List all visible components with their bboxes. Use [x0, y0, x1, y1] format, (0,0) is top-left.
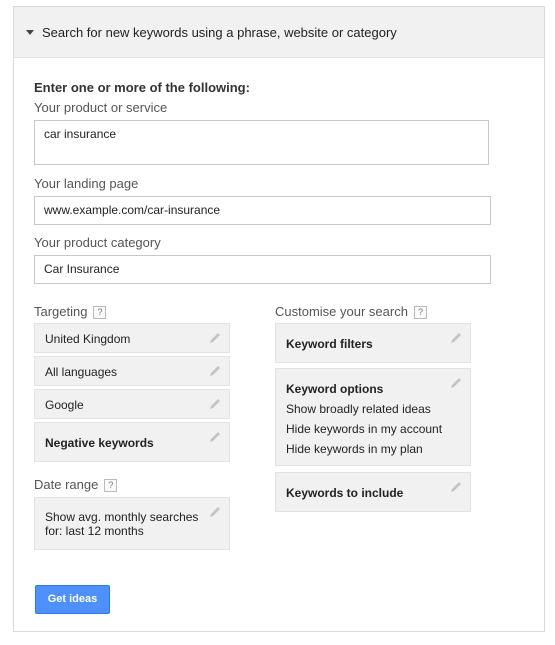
- pencil-icon[interactable]: [208, 397, 222, 411]
- targeting-network-label: Google: [45, 398, 84, 412]
- keyword-options-title: Keyword options: [286, 382, 384, 396]
- pencil-icon[interactable]: [449, 480, 463, 494]
- help-icon[interactable]: ?: [104, 479, 118, 492]
- targeting-section-label: Targeting?: [34, 304, 107, 319]
- date-range-value-line1: Show avg. monthly searches: [45, 510, 199, 524]
- product-category-input[interactable]: Car Insurance: [34, 255, 491, 284]
- panel-title[interactable]: Search for new keywords using a phrase, …: [42, 25, 397, 40]
- keyword-filters[interactable]: Keyword filters: [275, 323, 471, 363]
- date-range-selector[interactable]: Show avg. monthly searches for: last 12 …: [34, 497, 230, 550]
- date-range-section-label: Date range?: [34, 477, 118, 492]
- date-range-value-line2: for: last 12 months: [45, 524, 144, 538]
- pencil-icon[interactable]: [208, 430, 222, 444]
- targeting-language-label: All languages: [45, 365, 118, 379]
- pencil-icon[interactable]: [208, 331, 222, 345]
- caret-down-icon[interactable]: [26, 30, 34, 35]
- landing-page-label: Your landing page: [34, 176, 139, 191]
- pencil-icon[interactable]: [449, 331, 463, 345]
- targeting-network[interactable]: Google: [34, 389, 230, 419]
- panel-header[interactable]: Search for new keywords using a phrase, …: [14, 7, 544, 58]
- keyword-option-item: Show broadly related ideas: [286, 402, 431, 416]
- keywords-to-include-label: Keywords to include: [286, 486, 404, 500]
- product-category-label: Your product category: [34, 235, 161, 250]
- targeting-location-label: United Kingdom: [45, 332, 131, 346]
- get-ideas-button[interactable]: Get ideas: [35, 585, 110, 614]
- keyword-option-item: Hide keywords in my account: [286, 422, 443, 436]
- keyword-options[interactable]: Keyword options Show broadly related ide…: [275, 368, 471, 466]
- customise-section-label: Customise your search?: [275, 304, 427, 319]
- keyword-option-item: Hide keywords in my plan: [286, 442, 423, 456]
- customise-label: Customise your search: [275, 304, 408, 319]
- help-icon[interactable]: ?: [413, 306, 427, 319]
- keyword-options-content: Keyword options Show broadly related ide…: [286, 379, 442, 459]
- date-range-value: Show avg. monthly searches for: last 12 …: [45, 510, 198, 538]
- pencil-icon[interactable]: [208, 364, 222, 378]
- date-range-label: Date range: [34, 477, 99, 492]
- product-input[interactable]: car insurance: [34, 120, 489, 165]
- help-icon[interactable]: ?: [93, 306, 107, 319]
- pencil-icon[interactable]: [449, 376, 463, 390]
- negative-keywords-label: Negative keywords: [45, 436, 154, 450]
- form-intro: Enter one or more of the following:: [34, 80, 250, 95]
- targeting-negative-keywords[interactable]: Negative keywords: [34, 422, 230, 462]
- keywords-to-include[interactable]: Keywords to include: [275, 472, 471, 512]
- keyword-filters-label: Keyword filters: [286, 337, 373, 351]
- pencil-icon[interactable]: [208, 505, 222, 519]
- targeting-language[interactable]: All languages: [34, 356, 230, 386]
- targeting-location[interactable]: United Kingdom: [34, 323, 230, 353]
- product-label: Your product or service: [34, 100, 168, 115]
- landing-page-input[interactable]: www.example.com/car-insurance: [34, 196, 491, 225]
- targeting-label: Targeting: [34, 304, 88, 319]
